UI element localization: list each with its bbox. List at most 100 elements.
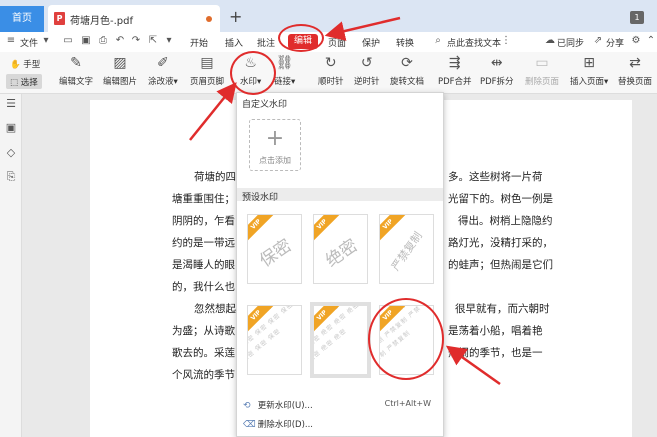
- preset-watermark-2[interactable]: VIP 绝密: [313, 214, 368, 284]
- hand-tool-label: 手型: [23, 60, 41, 70]
- update-watermark-item[interactable]: ⟲ 更新水印(U)...: [243, 399, 313, 411]
- correction-label: 涂改液: [148, 77, 174, 87]
- select-tool[interactable]: ⬚ 选择: [10, 76, 38, 88]
- doc-right-line-2: 光留下的。树色一例是: [448, 193, 553, 205]
- preset-watermark-4[interactable]: 保密 保密 保密 保密 保密 保密 保密 保密 保密 保密 保密 保密 VIP: [247, 305, 302, 375]
- sync-status[interactable]: 已同步: [557, 36, 584, 49]
- settings-icon[interactable]: ⚙: [630, 35, 642, 47]
- doc-line-4: 约的是一带远: [172, 237, 235, 249]
- menu-edit[interactable]: 编辑: [288, 34, 318, 49]
- ribbon-toolbar: ✋ 手型 ⬚ 选择 ✎ 编辑文字 ▨ 编辑图片 ✐ 涂改液▾ ▤ 页眉页脚 ♨ …: [0, 52, 657, 144]
- preset-watermark-3[interactable]: VIP 严禁复制: [379, 214, 434, 284]
- menu-bar: ≡ 文件 ▾ ▭ ▣ ⎙ ↶ ↷ ⇱ ▾ 开始 插入 批注 编辑 页面 保护 转…: [0, 32, 657, 52]
- thumbnail-icon[interactable]: ▣: [5, 122, 17, 134]
- search-icon[interactable]: ⌕: [432, 35, 444, 47]
- preset-watermark-title: 预设水印: [242, 193, 279, 203]
- doc-right-line-1: 多。这些树将一片荷: [448, 171, 543, 183]
- print-icon[interactable]: ⎙: [97, 35, 109, 47]
- preset-watermark-5[interactable]: 绝密 绝密 绝密 绝密 绝密 绝密 绝密 绝密 绝密 绝密 绝密 绝密 VIP: [310, 302, 371, 378]
- update-watermark-shortcut: Ctrl+Alt+W: [384, 399, 431, 408]
- edit-image-button[interactable]: ▨ 编辑图片: [103, 54, 137, 87]
- hand-tool[interactable]: ✋ 手型: [10, 58, 40, 70]
- header-footer-label: 页眉页脚: [190, 77, 225, 87]
- watermark-button[interactable]: ♨ 水印▾: [240, 54, 261, 87]
- share-button[interactable]: 分享: [606, 36, 624, 49]
- replace-page-icon: ⇄: [629, 55, 641, 71]
- insert-page-icon: ⊞: [583, 55, 595, 71]
- menu-file[interactable]: 文件: [20, 36, 38, 49]
- menu-start[interactable]: 开始: [190, 36, 208, 49]
- home-tab[interactable]: 首页: [0, 6, 44, 32]
- delete-watermark-icon: ⌫: [243, 420, 256, 430]
- chevron-down-icon[interactable]: ▾: [40, 35, 52, 47]
- watermark-icon: ♨: [244, 55, 257, 71]
- more-options-icon[interactable]: ⋮: [500, 35, 512, 47]
- doc-line-7: 忽然想起: [194, 303, 236, 315]
- tab-bar: 首页 P 荷塘月色-.pdf + 1: [0, 0, 657, 32]
- correction-fluid-button[interactable]: ✐ 涂改液▾: [148, 54, 178, 87]
- watermark-preview-text: 严禁复制: [388, 229, 425, 274]
- link-button[interactable]: ⛓ 链接▾: [274, 54, 295, 87]
- rotate-counterclockwise-icon: ↺: [360, 55, 373, 71]
- doc-right-line-4: 路灯光，没精打采的，: [448, 237, 553, 249]
- rotate-document-icon: ⟳: [401, 55, 413, 71]
- insert-page-button[interactable]: ⊞ 插入页面▾: [570, 54, 608, 87]
- preset-watermark-1[interactable]: VIP 保密: [247, 214, 302, 284]
- attachment-icon[interactable]: ⎘: [5, 171, 17, 183]
- collapse-icon[interactable]: ⌃: [645, 35, 657, 47]
- outline-icon[interactable]: ☰: [5, 98, 17, 110]
- merge-icon: ⇶: [448, 55, 461, 71]
- pdf-split-label: PDF拆分: [480, 77, 514, 87]
- header-footer-button[interactable]: ▤ 页眉页脚: [190, 54, 224, 87]
- save-icon[interactable]: ▣: [80, 35, 92, 47]
- doc-right-line-5: 的蛙声；但热闹是它们: [448, 259, 553, 271]
- undo-icon[interactable]: ↶: [114, 35, 126, 47]
- rotate-clockwise-icon: ↻: [324, 55, 337, 71]
- rotate-clockwise-button[interactable]: ↻ 顺时针: [318, 54, 344, 87]
- doc-right-line-3: 得出。树梢上隐隐约: [458, 215, 553, 227]
- rotate-document-button[interactable]: ⟳ 旋转文档: [390, 54, 424, 87]
- menu-insert[interactable]: 插入: [225, 36, 243, 49]
- edit-text-button[interactable]: ✎ 编辑文字: [59, 54, 93, 87]
- menu-page[interactable]: 页面: [328, 36, 346, 49]
- delete-watermark-item[interactable]: ⌫ 删除水印(D)...: [243, 418, 313, 430]
- link-icon: ⛓: [275, 55, 294, 71]
- watermark-preview-text: 保密: [256, 235, 296, 272]
- export-icon[interactable]: ⇱: [147, 35, 159, 47]
- doc-line-8: 为盛；从诗歌: [172, 325, 235, 337]
- pdf-split-button[interactable]: ⇹ PDF拆分: [480, 54, 514, 87]
- pdf-merge-button[interactable]: ⇶ PDF合并: [438, 54, 472, 87]
- doc-line-2: 塘重重围住；: [172, 193, 235, 205]
- pdf-file-icon: P: [54, 12, 65, 25]
- redo-icon[interactable]: ↷: [130, 35, 142, 47]
- replace-page-label: 替换页面: [618, 77, 653, 87]
- preset-watermark-6[interactable]: 严禁复制 严禁复制 严禁复制 严禁复制 严禁复制 严禁复制 VIP: [379, 305, 434, 375]
- correction-pen-icon: ✐: [157, 55, 169, 71]
- new-tab-button[interactable]: +: [229, 7, 242, 26]
- open-folder-icon[interactable]: ▭: [62, 35, 74, 47]
- insert-page-label: 插入页面: [570, 77, 605, 87]
- share-icon[interactable]: ⇗: [592, 35, 604, 47]
- delete-page-button[interactable]: ▭ 删除页面: [525, 54, 559, 87]
- edit-image-label: 编辑图片: [103, 77, 138, 87]
- rotate-counterclockwise-button[interactable]: ↺ 逆时针: [354, 54, 380, 87]
- menu-annotate[interactable]: 批注: [257, 36, 275, 49]
- menu-convert[interactable]: 转换: [396, 36, 414, 49]
- menu-protect[interactable]: 保护: [362, 36, 380, 49]
- custom-watermark-title: 自定义水印: [242, 100, 288, 110]
- doc-line-5: 是渴睡人的眼: [172, 259, 235, 271]
- search-text-button[interactable]: 点此查找文本: [447, 36, 501, 49]
- counterclockwise-label: 逆时针: [354, 77, 380, 87]
- add-custom-watermark-button[interactable]: + 点击添加: [249, 119, 301, 171]
- doc-right-line-6: 很早就有，而六朝时: [455, 303, 550, 315]
- edit-image-icon: ▨: [113, 55, 127, 71]
- hamburger-icon[interactable]: ≡: [5, 35, 17, 47]
- link-label: 链接: [274, 77, 292, 87]
- bookmark-icon[interactable]: ◇: [5, 147, 17, 159]
- document-tab[interactable]: P 荷塘月色-.pdf: [48, 5, 220, 32]
- replace-page-button[interactable]: ⇄ 替换页面: [618, 54, 652, 87]
- delete-page-icon: ▭: [535, 55, 549, 71]
- window-count-badge[interactable]: 1: [630, 11, 644, 24]
- plus-icon: +: [265, 126, 285, 151]
- more-chevron-icon[interactable]: ▾: [163, 35, 175, 47]
